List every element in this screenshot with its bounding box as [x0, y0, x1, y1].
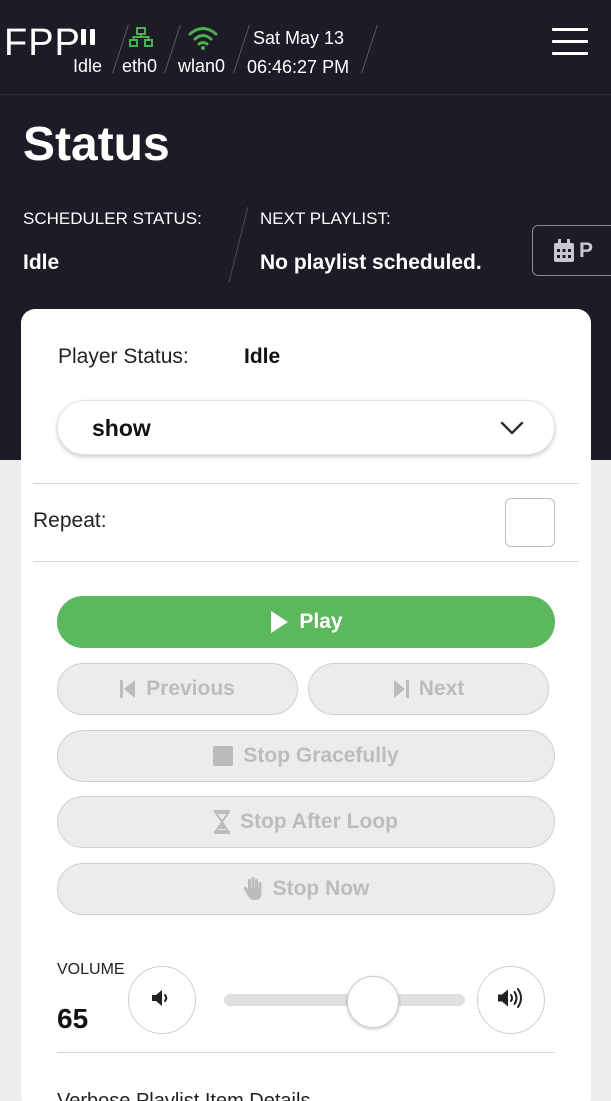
- player-status-text: Idle: [73, 56, 103, 76]
- play-icon: [269, 610, 289, 634]
- network-icon: [129, 27, 153, 52]
- next-button[interactable]: Next: [308, 663, 549, 715]
- stop-after-loop-label: Stop After Loop: [240, 810, 398, 833]
- hourglass-icon: [214, 810, 231, 834]
- eth-label: eth0: [122, 56, 158, 76]
- play-button-label: Play: [299, 610, 343, 633]
- volume-low-icon: [151, 988, 173, 1013]
- volume-down-button[interactable]: [128, 966, 196, 1034]
- schedule-preview-button[interactable]: P: [532, 225, 611, 276]
- top-navbar: FPP Idle eth0 wlan0 Sat May 13 06:46:27 …: [0, 0, 611, 95]
- header-date: Sat May 13: [253, 28, 345, 48]
- player-status-label: Player Status:: [58, 345, 189, 368]
- wifi-icon: [188, 26, 218, 55]
- previous-button-label: Previous: [146, 677, 235, 700]
- scheduler-status-label: SCHEDULER STATUS:: [23, 209, 202, 228]
- play-button[interactable]: Play: [57, 596, 555, 648]
- next-button-label: Next: [418, 677, 465, 700]
- pause-icon: [81, 29, 97, 50]
- skip-forward-icon: [393, 679, 409, 699]
- next-playlist-value: No playlist scheduled.: [260, 251, 482, 274]
- chevron-down-icon: [500, 421, 524, 440]
- volume-label: VOLUME: [57, 961, 125, 978]
- repeat-label: Repeat:: [33, 509, 107, 532]
- schedule-button-label: P: [579, 239, 594, 262]
- page-title: Status: [23, 118, 170, 171]
- playlist-select[interactable]: show: [57, 400, 555, 455]
- stop-gracefully-label: Stop Gracefully: [243, 744, 399, 767]
- volume-high-icon: [497, 987, 525, 1014]
- playlist-select-value: show: [92, 415, 151, 441]
- wlan-label: wlan0: [178, 56, 226, 76]
- stop-now-button[interactable]: Stop Now: [57, 863, 555, 915]
- player-card: Player Status: Idle show Repeat: Play Pr…: [21, 309, 591, 1101]
- hamburger-menu-icon[interactable]: [552, 28, 588, 56]
- repeat-checkbox[interactable]: [505, 498, 555, 547]
- stop-now-label: Stop Now: [272, 877, 370, 900]
- previous-button[interactable]: Previous: [57, 663, 298, 715]
- skip-back-icon: [120, 679, 136, 699]
- scheduler-status-value: Idle: [23, 251, 60, 274]
- hand-stop-icon: [243, 877, 263, 901]
- divider: [57, 1052, 555, 1053]
- calendar-icon: [553, 239, 575, 268]
- stop-after-loop-button[interactable]: Stop After Loop: [57, 796, 555, 848]
- volume-up-button[interactable]: [477, 966, 545, 1034]
- volume-slider-track[interactable]: [224, 994, 465, 1006]
- brand-logo[interactable]: FPP: [4, 22, 81, 65]
- status-divider: [228, 207, 249, 282]
- stop-icon: [213, 746, 234, 766]
- player-status-value: Idle: [244, 345, 281, 368]
- header-time: 06:46:27 PM: [247, 57, 350, 77]
- volume-slider-thumb[interactable]: [347, 976, 400, 1028]
- divider: [33, 561, 579, 562]
- verbose-details-heading[interactable]: Verbose Playlist Item Details: [57, 1090, 310, 1101]
- next-playlist-label: NEXT PLAYLIST:: [260, 209, 391, 228]
- header-divider: [361, 25, 378, 73]
- divider: [33, 483, 579, 484]
- stop-gracefully-button[interactable]: Stop Gracefully: [57, 730, 555, 782]
- volume-value: 65: [57, 1003, 89, 1034]
